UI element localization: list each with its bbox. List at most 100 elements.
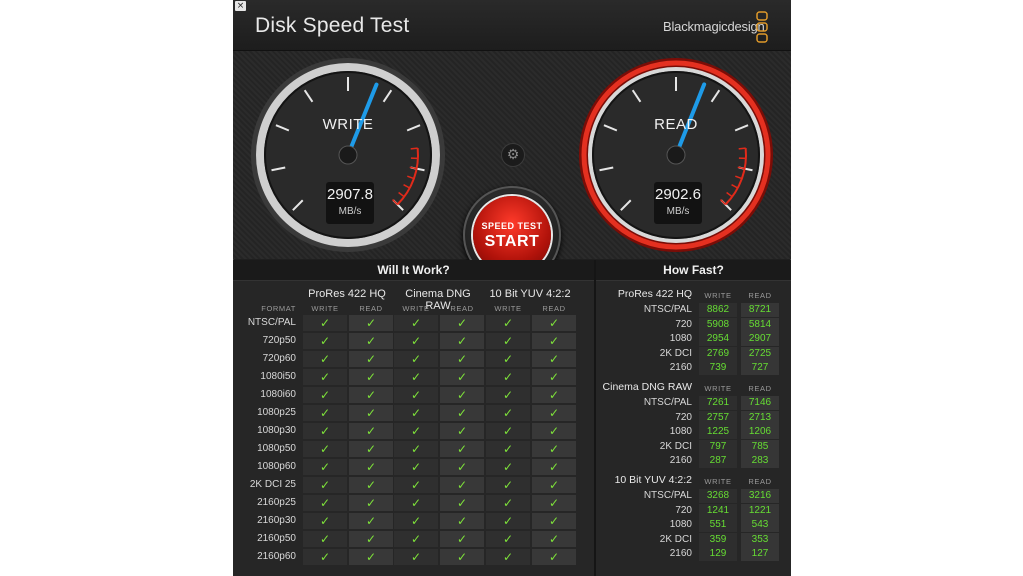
write-fps-value: 797: [699, 439, 737, 454]
check-mark-icon: ✓: [440, 387, 484, 403]
format-name: 2160p60: [257, 551, 296, 562]
read-readout: 2902.6 MB/s: [654, 182, 702, 224]
check-mark-icon: ✓: [349, 549, 393, 565]
read-gauge-dial: [579, 58, 773, 252]
check-mark-icon: ✓: [303, 459, 347, 475]
format-name: 1080i60: [260, 389, 296, 400]
check-mark-icon: ✓: [532, 513, 576, 529]
check-mark-icon: ✓: [486, 477, 530, 493]
check-mark-icon: ✓: [440, 315, 484, 331]
write-column-label: WRITE: [704, 291, 732, 300]
check-mark-icon: ✓: [486, 549, 530, 565]
close-button[interactable]: ×: [235, 1, 246, 11]
write-speed-value: 2907.8: [327, 186, 373, 203]
gauge-red-tick: [738, 147, 746, 150]
check-mark-icon: ✓: [440, 477, 484, 493]
format-row: 2160p50 ✓ ✓ ✓ ✓ ✓ ✓: [233, 530, 594, 548]
how-fast-format: 2160: [669, 362, 692, 374]
how-fast-group-title: 10 Bit YUV 4:2:2: [614, 474, 692, 486]
check-mark-icon: ✓: [440, 333, 484, 349]
read-fps-value: 5814: [741, 317, 779, 332]
write-fps-value: 1225: [699, 425, 737, 440]
format-row: 1080p25 ✓ ✓ ✓ ✓ ✓ ✓: [233, 404, 594, 422]
check-mark-icon: ✓: [394, 333, 438, 349]
read-column-label: READ: [542, 304, 566, 313]
write-readout: 2907.8 MB/s: [326, 182, 374, 224]
how-fast-format: 2K DCI: [659, 347, 692, 359]
format-name: 2160p25: [257, 497, 296, 508]
gauge-panel: WRITE 2907.8 MB/s ⚙ SPEED TEST START REA…: [233, 51, 791, 284]
read-speed-value: 2902.6: [655, 186, 701, 203]
check-mark-icon: ✓: [394, 423, 438, 439]
will-it-work-group-title: 10 Bit YUV 4:2:2: [489, 288, 571, 300]
how-fast-format: 2K DCI: [659, 440, 692, 452]
check-mark-icon: ✓: [532, 423, 576, 439]
check-mark-icon: ✓: [486, 441, 530, 457]
write-fps-value: 2757: [699, 410, 737, 425]
check-mark-icon: ✓: [349, 459, 393, 475]
check-mark-icon: ✓: [349, 369, 393, 385]
will-it-work-header: Will It Work?: [233, 260, 594, 281]
write-column-label: WRITE: [494, 304, 522, 313]
check-mark-icon: ✓: [440, 531, 484, 547]
format-row: 2K DCI 25 ✓ ✓ ✓ ✓ ✓ ✓: [233, 476, 594, 494]
how-fast-format: 2K DCI: [659, 533, 692, 545]
format-row: 2160p60 ✓ ✓ ✓ ✓ ✓ ✓: [233, 548, 594, 566]
format-row: 2160p30 ✓ ✓ ✓ ✓ ✓ ✓: [233, 512, 594, 530]
format-row: 1080i50 ✓ ✓ ✓ ✓ ✓ ✓: [233, 368, 594, 386]
check-mark-icon: ✓: [486, 387, 530, 403]
check-mark-icon: ✓: [440, 405, 484, 421]
check-mark-icon: ✓: [440, 423, 484, 439]
write-fps-value: 3268: [699, 489, 737, 503]
read-column-label: READ: [748, 384, 772, 393]
gauge-hub: [666, 145, 686, 165]
read-fps-value: 2713: [741, 410, 779, 425]
how-fast-format: NTSC/PAL: [643, 490, 692, 501]
check-mark-icon: ✓: [394, 459, 438, 475]
write-fps-value: 551: [699, 518, 737, 533]
check-mark-icon: ✓: [394, 441, 438, 457]
format-name: 720p60: [262, 353, 296, 364]
read-fps-value: 283: [741, 454, 779, 469]
check-mark-icon: ✓: [349, 531, 393, 547]
will-it-work-panel: Will It Work? ProRes 422 HQ WRITE READ Cine…: [233, 260, 596, 576]
format-row: 720p60 ✓ ✓ ✓ ✓ ✓ ✓: [233, 350, 594, 368]
format-row: 1080i60 ✓ ✓ ✓ ✓ ✓ ✓: [233, 386, 594, 404]
read-gauge: READ 2902.6 MB/s: [576, 55, 776, 255]
how-fast-row: 720 2757 2713: [596, 410, 791, 425]
how-fast-format: 1080: [669, 519, 692, 531]
how-fast-row: 720 5908 5814: [596, 317, 791, 332]
read-column-label: READ: [748, 291, 772, 300]
check-mark-icon: ✓: [394, 495, 438, 511]
check-mark-icon: ✓: [303, 549, 347, 565]
check-mark-icon: ✓: [303, 405, 347, 421]
check-mark-icon: ✓: [440, 495, 484, 511]
how-fast-format: 2160: [669, 455, 692, 467]
check-mark-icon: ✓: [303, 387, 347, 403]
write-column-label: WRITE: [704, 477, 732, 486]
how-fast-format: 1080: [669, 426, 692, 438]
how-fast-group-title: ProRes 422 HQ: [617, 288, 692, 300]
check-mark-icon: ✓: [303, 369, 347, 385]
how-fast-row: 2160 739 727: [596, 361, 791, 376]
check-mark-icon: ✓: [303, 423, 347, 439]
write-gauge-label: WRITE: [322, 116, 374, 133]
settings-gear-icon[interactable]: ⚙: [501, 143, 525, 167]
check-mark-icon: ✓: [440, 549, 484, 565]
check-mark-icon: ✓: [349, 477, 393, 493]
format-column-label: FORMAT: [261, 304, 296, 313]
check-mark-icon: ✓: [486, 369, 530, 385]
write-column-label: WRITE: [311, 304, 339, 313]
check-mark-icon: ✓: [532, 531, 576, 547]
check-mark-icon: ✓: [394, 513, 438, 529]
write-column-label: WRITE: [402, 304, 430, 313]
read-fps-value: 2725: [741, 346, 779, 361]
read-fps-value: 785: [741, 439, 779, 454]
read-fps-value: 1221: [741, 503, 779, 518]
check-mark-icon: ✓: [303, 315, 347, 331]
check-mark-icon: ✓: [532, 315, 576, 331]
check-mark-icon: ✓: [349, 387, 393, 403]
write-column-label: WRITE: [704, 384, 732, 393]
check-mark-icon: ✓: [303, 351, 347, 367]
write-fps-value: 2769: [699, 346, 737, 361]
